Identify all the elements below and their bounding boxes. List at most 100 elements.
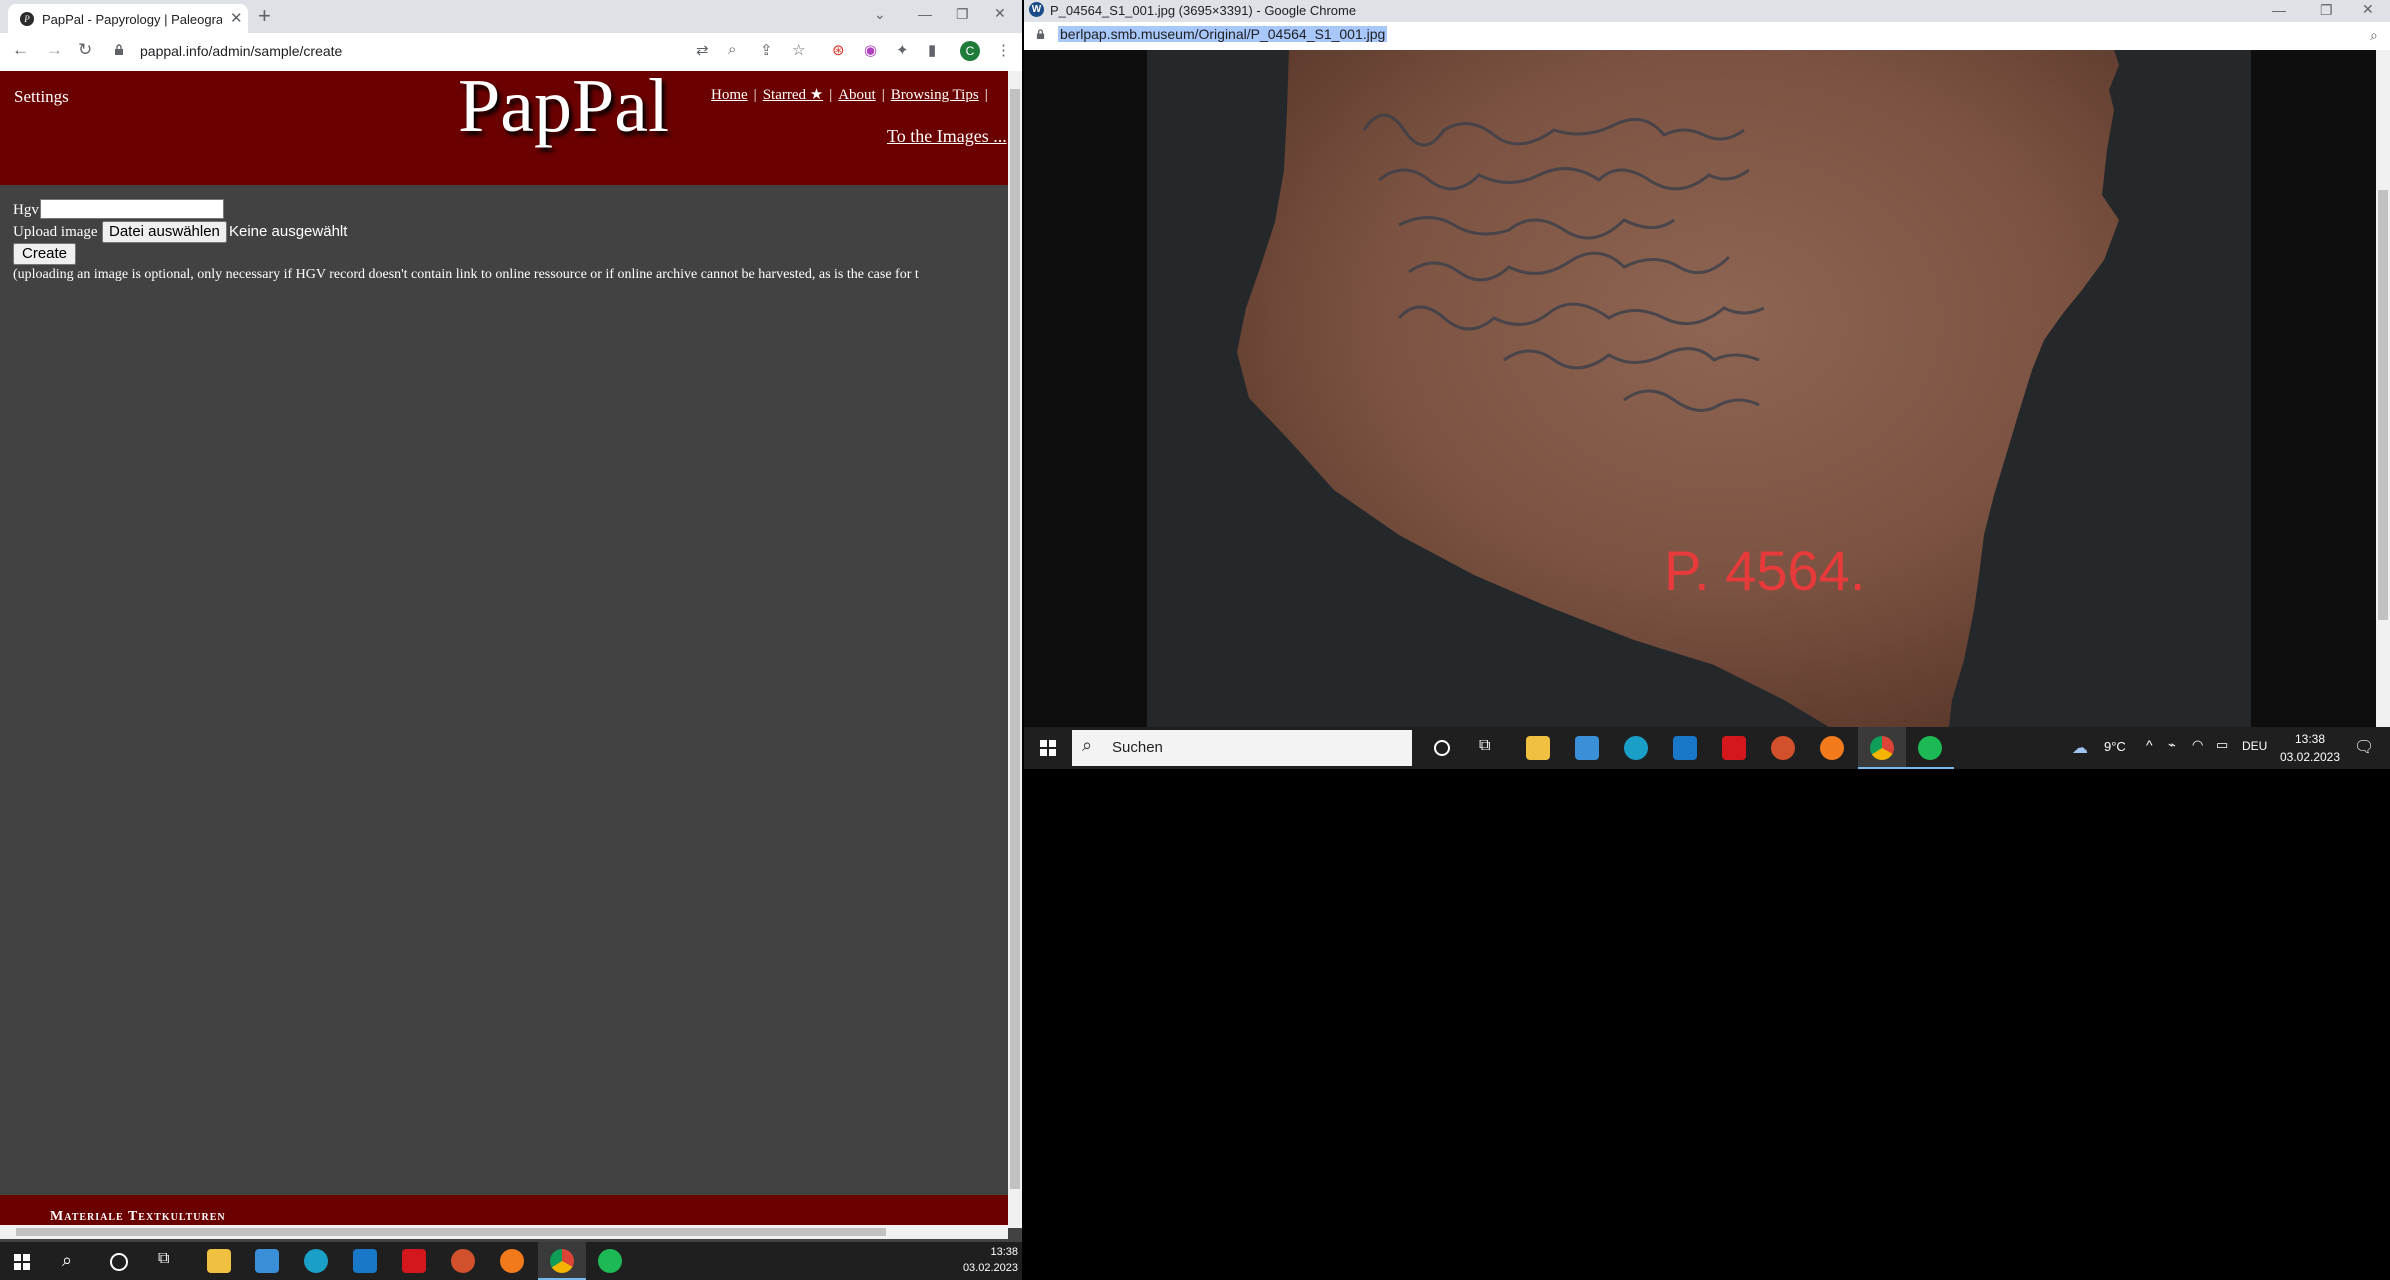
extension-purple-icon[interactable]: ◉: [864, 41, 877, 59]
mail-icon[interactable]: [1673, 736, 1697, 760]
taskbar-clock[interactable]: 13:38 03.02.2023: [2270, 730, 2350, 766]
window-title: P_04564_S1_001.jpg (3695×3391) - Google …: [1050, 3, 1357, 18]
forward-icon[interactable]: →: [46, 40, 63, 60]
bookmark-star-icon[interactable]: ☆: [792, 41, 805, 59]
windows-start-icon[interactable]: [14, 1254, 30, 1270]
translate-icon[interactable]: ⇄: [696, 41, 709, 59]
cortana-icon[interactable]: [1434, 740, 1450, 756]
upload-note: (uploading an image is optional, only ne…: [13, 267, 919, 282]
chevron-up-icon[interactable]: ^: [2146, 737, 2153, 753]
right-window-titlebar: W P_04564_S1_001.jpg (3695×3391) - Googl…: [1024, 0, 2390, 22]
powerpoint-icon[interactable]: [451, 1249, 475, 1273]
upload-image-label: Upload image: [13, 224, 98, 240]
clock-time: 13:38: [2294, 732, 2326, 746]
file-explorer-icon[interactable]: [207, 1249, 231, 1273]
chrome-taskbar-button[interactable]: [538, 1242, 586, 1280]
taskbar-search-box[interactable]: ⌕ Suchen: [1072, 730, 1412, 766]
weather-cloud-icon[interactable]: ☁: [2072, 738, 2088, 758]
nav-starred[interactable]: Starred ★: [763, 87, 824, 103]
nav-browsing-tips[interactable]: Browsing Tips: [891, 87, 979, 103]
powerpoint-icon[interactable]: [1771, 736, 1795, 760]
edge-icon[interactable]: [1624, 736, 1648, 760]
zoom-icon[interactable]: ⌕: [2370, 27, 2378, 44]
back-icon[interactable]: ←: [12, 40, 29, 60]
vertical-scrollbar[interactable]: [1008, 71, 1022, 1228]
tab-search-icon[interactable]: ⌄: [874, 6, 886, 23]
profile-avatar[interactable]: C: [960, 41, 980, 61]
store-icon[interactable]: [255, 1249, 279, 1273]
url-text-selected[interactable]: berlpap.smb.museum/Original/P_04564_S1_0…: [1058, 26, 1388, 42]
footer-text: Materiale Textkulturen: [50, 1209, 226, 1224]
task-view-icon[interactable]: ⧉: [1479, 737, 1490, 755]
pappal-footer: Materiale Textkulturen: [0, 1195, 1010, 1225]
search-icon: ⌕: [1082, 735, 1093, 755]
menu-dots-icon[interactable]: ⋮: [996, 41, 1011, 59]
restore-icon[interactable]: ❐: [956, 6, 969, 23]
extension-red-icon[interactable]: ⊛: [832, 41, 845, 59]
minimize-icon[interactable]: —: [2272, 2, 2286, 18]
windows-start-icon[interactable]: [1040, 740, 1056, 756]
reload-icon[interactable]: ↻: [78, 40, 92, 60]
chrome-icon: [550, 1249, 574, 1273]
taskbar-clock[interactable]: 13:38 03.02.2023: [958, 1244, 1018, 1276]
acrobat-icon[interactable]: [1722, 736, 1746, 760]
left-browser-window: P PapPal - Papyrology | Paleograph ✕ + ⌄…: [0, 0, 1022, 1242]
cortana-icon[interactable]: [110, 1253, 128, 1271]
file-explorer-icon[interactable]: [1526, 736, 1550, 760]
address-bar[interactable]: berlpap.smb.museum/Original/P_04564_S1_0…: [1024, 22, 2390, 51]
hgv-label: Hgv: [13, 202, 39, 218]
vertical-scroll-thumb[interactable]: [1010, 89, 1020, 1189]
chrome-taskbar-button[interactable]: [1858, 727, 1906, 769]
create-button[interactable]: Create: [13, 243, 77, 265]
wifi-icon[interactable]: ◠: [2192, 737, 2203, 753]
close-window-icon[interactable]: ✕: [2362, 1, 2374, 18]
notification-icon[interactable]: 🗨: [2354, 737, 2374, 757]
store-icon[interactable]: [1575, 736, 1599, 760]
spotify-icon: [1918, 736, 1942, 760]
mail-icon[interactable]: [353, 1249, 377, 1273]
choose-file-button[interactable]: Datei auswählen: [102, 221, 227, 243]
spotify-icon[interactable]: [598, 1249, 622, 1273]
new-tab-icon[interactable]: +: [258, 3, 271, 29]
pappal-logo[interactable]: PapPal: [458, 63, 669, 150]
spotify-taskbar-button[interactable]: [1906, 727, 1954, 769]
horizontal-scrollbar[interactable]: [0, 1225, 1008, 1239]
url-text: pappal.info/admin/sample/create: [140, 43, 343, 59]
lock-icon: [115, 44, 123, 55]
minimize-icon[interactable]: —: [918, 6, 932, 22]
edge-icon[interactable]: [304, 1249, 328, 1273]
tab-title: PapPal - Papyrology | Paleograph: [42, 12, 222, 27]
zoom-icon[interactable]: ⌕: [728, 41, 736, 58]
battery-icon[interactable]: ▭: [2216, 737, 2228, 753]
search-icon[interactable]: ⌕: [62, 1250, 72, 1271]
horizontal-scroll-thumb[interactable]: [16, 1228, 886, 1236]
settings-link[interactable]: Settings: [14, 87, 69, 107]
restore-icon[interactable]: ❐: [2320, 2, 2333, 19]
tab-close-icon[interactable]: ✕: [230, 9, 243, 27]
clock-date: 03.02.2023: [962, 1262, 1018, 1274]
right-taskbar: ⌕ Suchen ⧉ ☁ 9°C ^ ⌁ ◠ ▭ DEU 13:38 03.02…: [1024, 727, 2390, 769]
nav-about[interactable]: About: [838, 87, 876, 103]
vertical-scrollbar[interactable]: [2376, 50, 2390, 727]
language-indicator[interactable]: DEU: [2242, 739, 2267, 753]
vertical-scroll-thumb[interactable]: [2378, 190, 2388, 620]
task-view-icon[interactable]: ⧉: [158, 1250, 169, 1268]
acrobat-icon[interactable]: [402, 1249, 426, 1273]
network-icon[interactable]: ⌁: [2168, 737, 2176, 753]
ostracon-image[interactable]: P. 4564.: [1024, 50, 2376, 727]
firefox-icon[interactable]: [1820, 736, 1844, 760]
temperature[interactable]: 9°C: [2104, 739, 2126, 754]
firefox-icon[interactable]: [500, 1249, 524, 1273]
tab-strip: P PapPal - Papyrology | Paleograph ✕ + ⌄…: [0, 0, 1022, 33]
tab-pappal[interactable]: P PapPal - Papyrology | Paleograph ✕: [8, 4, 248, 33]
file-status-text: Keine ausgewählt: [229, 223, 348, 240]
hgv-input[interactable]: [40, 199, 224, 219]
sample-create-form: Hgv Upload image Datei auswählen Keine a…: [0, 185, 1010, 1195]
to-the-images-link[interactable]: To the Images ...: [887, 126, 1007, 147]
clock-time: 13:38: [990, 1246, 1018, 1258]
extensions-puzzle-icon[interactable]: ✦: [896, 41, 909, 59]
close-window-icon[interactable]: ✕: [994, 5, 1006, 22]
share-icon[interactable]: ⇪: [760, 41, 773, 59]
nav-home[interactable]: Home: [711, 87, 748, 103]
side-panel-icon[interactable]: ▮: [928, 41, 936, 59]
